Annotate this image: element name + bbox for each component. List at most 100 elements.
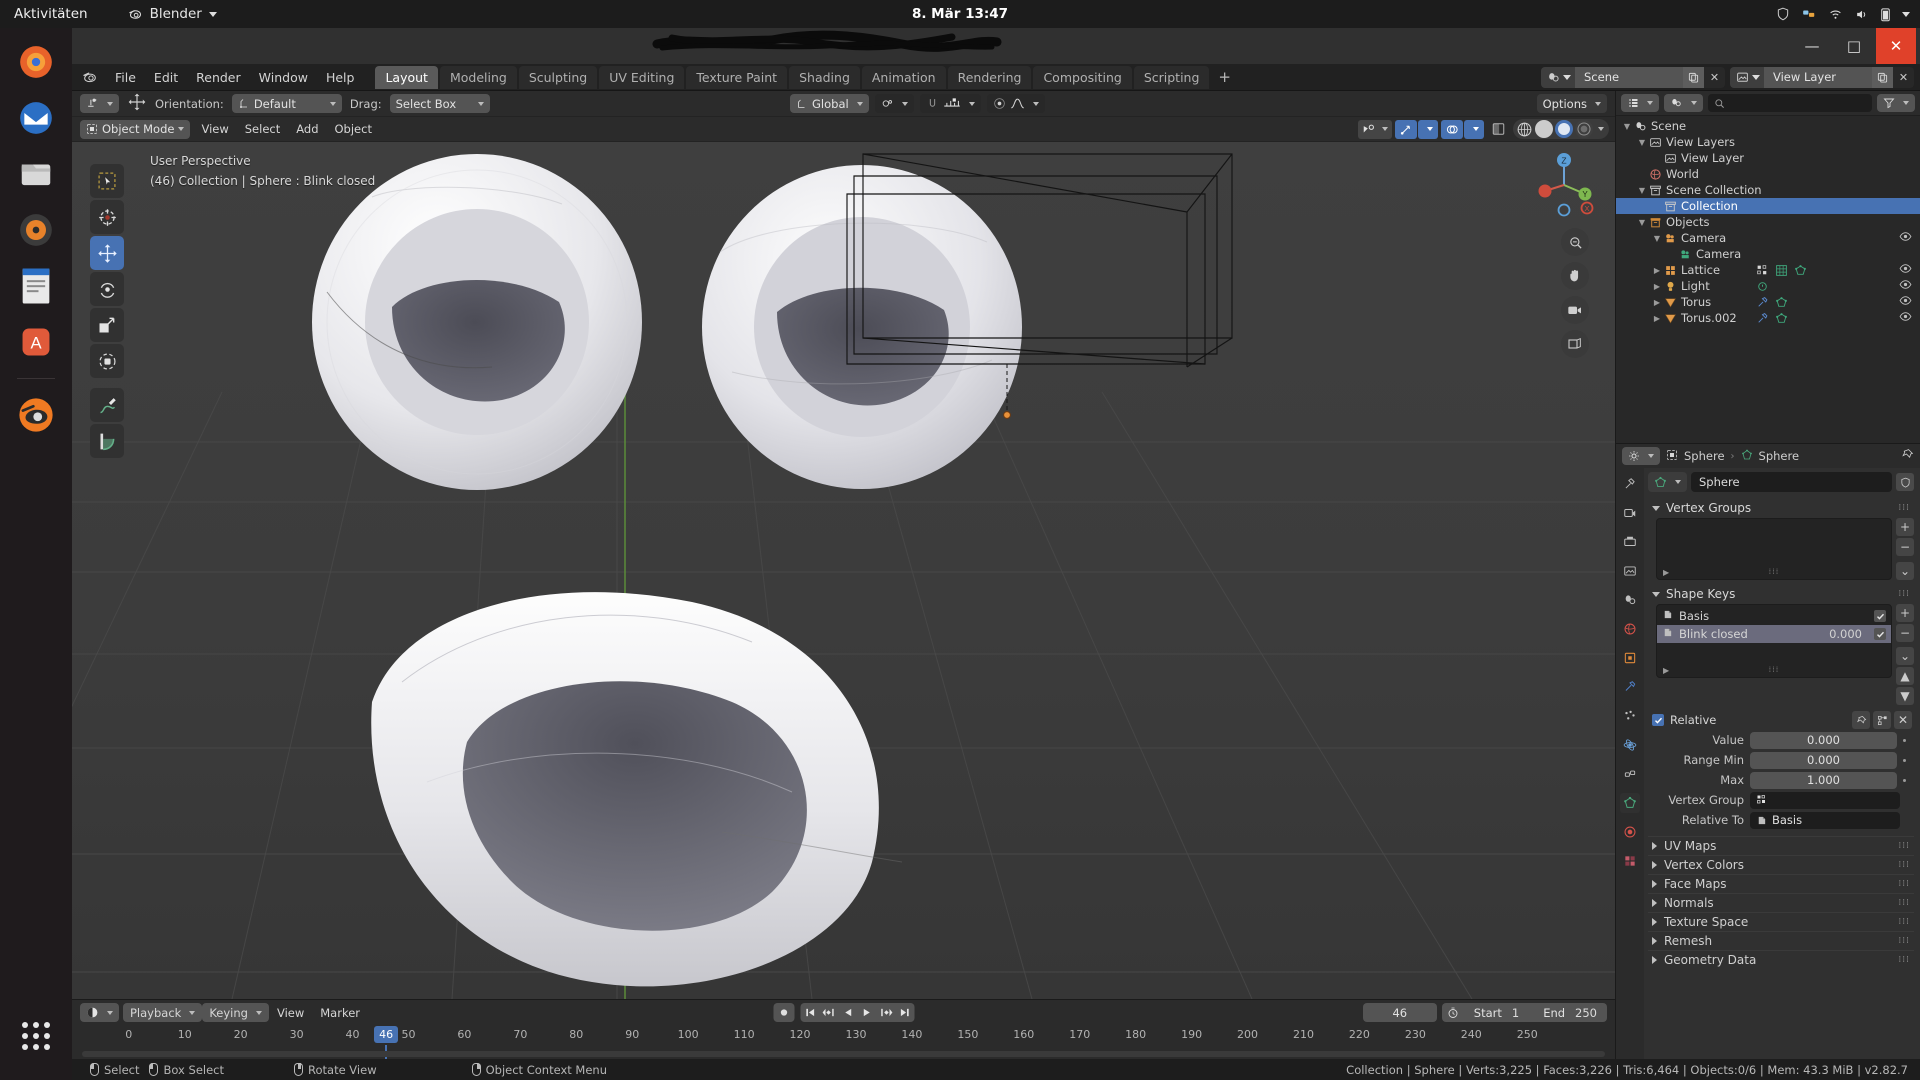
outliner-row-scene-collection[interactable]: ▼ Scene Collection [1616, 182, 1920, 198]
add-shape-key-button[interactable]: + [1896, 604, 1914, 622]
tab-constraints[interactable] [1620, 764, 1640, 784]
outliner-row-objects[interactable]: ▼ Objects [1616, 214, 1920, 230]
outliner-row-camera[interactable]: ▼ Camera [1616, 230, 1920, 246]
shape-key-mute-checkbox[interactable] [1874, 628, 1886, 640]
prev-keyframe-button[interactable] [819, 1003, 838, 1022]
triangle-right-icon[interactable]: ▶ [1652, 282, 1662, 291]
panel-face-maps[interactable]: Face Maps ⁞⁞⁞ [1648, 874, 1914, 893]
outliner-row-lattice[interactable]: ▶ Lattice [1616, 262, 1920, 278]
light-data-icon[interactable] [1756, 280, 1769, 293]
workspace-tab-animation[interactable]: Animation [861, 65, 946, 89]
outliner-row-torus[interactable]: ▶ Torus [1616, 294, 1920, 310]
vertex-group-specials-button[interactable]: ⌄ [1896, 562, 1914, 580]
workspace-tab-modeling[interactable]: Modeling [439, 65, 517, 89]
pin-id-button[interactable] [1901, 448, 1914, 464]
timeline-menu-marker[interactable]: Marker [312, 1003, 368, 1023]
move-view-button[interactable] [1561, 262, 1589, 290]
dock-rhythmbox[interactable] [12, 206, 60, 254]
rendered-shading-button[interactable] [1575, 120, 1593, 138]
maximize-button[interactable]: □ [1834, 28, 1874, 64]
view-layer-name-field[interactable]: View Layer [1764, 66, 1872, 88]
lattice-data-icon[interactable] [1775, 264, 1788, 277]
app-menu[interactable]: Blender [128, 6, 217, 22]
pivot-point-dropdown[interactable] [874, 94, 914, 113]
outliner-row-world[interactable]: World [1616, 166, 1920, 182]
outliner-row-collection[interactable]: Collection [1616, 198, 1920, 214]
breadcrumb-data-label[interactable]: Sphere [1759, 449, 1800, 463]
timeline-current-frame-indicator[interactable]: 46 [374, 1026, 399, 1043]
triangle-right-icon[interactable]: ▶ [1652, 298, 1662, 307]
outliner-row-light[interactable]: ▶ Light [1616, 278, 1920, 294]
panel-vertex-colors[interactable]: Vertex Colors ⁞⁞⁞ [1648, 855, 1914, 874]
relative-to-field[interactable]: Basis [1750, 811, 1900, 829]
timeline-ruler[interactable]: 0 10 20 30 40 50 60 70 80 90 100 110 120 130 140 150 160… [72, 1025, 1615, 1063]
next-keyframe-button[interactable] [876, 1003, 895, 1022]
expand-arrow-icon[interactable]: ▶ [1663, 568, 1669, 577]
property-value-field[interactable]: 1.000 [1750, 771, 1897, 789]
editor-type-dropdown[interactable] [80, 1003, 119, 1022]
triangle-down-icon[interactable]: ▼ [1637, 218, 1647, 227]
visibility-eye-icon[interactable] [1899, 231, 1912, 245]
tab-render[interactable] [1620, 503, 1640, 523]
breadcrumb-object-label[interactable]: Sphere [1684, 449, 1725, 463]
properties-editor-type-dropdown[interactable] [1622, 447, 1660, 465]
topbar-menu-file[interactable]: File [106, 67, 145, 88]
rotate-tool-button[interactable] [90, 272, 124, 306]
xray-toggle-button[interactable] [1487, 120, 1510, 139]
current-frame-field[interactable]: 46 [1362, 1003, 1437, 1022]
vertex-groups-panel-header[interactable]: Vertex Groups ⁞⁞⁞ [1648, 498, 1914, 518]
outliner-row-camera[interactable]: Camera [1616, 246, 1920, 262]
visibility-eye-icon[interactable] [1899, 279, 1912, 293]
new-view-layer-button[interactable] [1872, 66, 1893, 88]
triangle-down-icon[interactable]: ▼ [1637, 138, 1647, 147]
shape-key-row[interactable]: Basis [1657, 607, 1891, 625]
dock-files[interactable] [12, 150, 60, 198]
topbar-menu-help[interactable]: Help [317, 67, 364, 88]
drag-dropdown[interactable]: Select Box [389, 94, 490, 113]
show-applications-button[interactable] [12, 1012, 60, 1060]
triangle-down-icon[interactable]: ▼ [1652, 234, 1662, 243]
add-workspace-button[interactable]: + [1209, 68, 1240, 86]
mesh-data-icon[interactable] [1775, 296, 1788, 309]
mesh-data-icon[interactable] [1794, 264, 1807, 277]
dock-thunderbird[interactable] [12, 94, 60, 142]
workspace-tab-shading[interactable]: Shading [789, 65, 860, 89]
resize-grip-icon[interactable]: ⁞⁞⁞ [1769, 567, 1780, 576]
battery-icon[interactable] [1880, 7, 1891, 22]
tab-modifiers[interactable] [1620, 677, 1640, 697]
overlays-dropdown[interactable] [1464, 119, 1484, 139]
view-axis-gizmo[interactable]: Z Y X [1531, 152, 1597, 218]
outliner-filter-dropdown[interactable] [1877, 94, 1915, 112]
end-frame-value[interactable]: 250 [1575, 1006, 1607, 1020]
outliner-row-torus-002[interactable]: ▶ Torus.002 [1616, 310, 1920, 326]
show-gizmo-button[interactable] [1395, 119, 1417, 139]
show-overlays-button[interactable] [1441, 119, 1463, 139]
shape-key-value[interactable]: 0.000 [1829, 627, 1862, 641]
transform-tool-button[interactable] [90, 344, 124, 378]
measure-tool-button[interactable] [90, 424, 124, 458]
outliner-row-view-layer[interactable]: View Layer [1616, 150, 1920, 166]
scene-selector[interactable]: Scene ✕ [1541, 66, 1725, 88]
vertex-groups-list[interactable]: ▶ ⁞⁞⁞ [1656, 518, 1892, 580]
visibility-eye-icon[interactable] [1899, 263, 1912, 277]
mesh-name-field[interactable]: Sphere [1691, 472, 1892, 492]
activities-button[interactable]: Aktivitäten [14, 6, 88, 22]
shape-key-specials-button[interactable]: ⌄ [1896, 647, 1914, 665]
triangle-right-icon[interactable]: ▶ [1652, 314, 1662, 323]
tab-particles[interactable] [1620, 706, 1640, 726]
topbar-menu-render[interactable]: Render [187, 67, 250, 88]
vertexgroup-icon[interactable] [1756, 264, 1769, 277]
tab-object[interactable] [1620, 648, 1640, 668]
shield-icon[interactable] [1776, 7, 1790, 21]
dock-firefox[interactable] [12, 38, 60, 86]
outliner-row-view-layers[interactable]: ▼ View Layers [1616, 134, 1920, 150]
topbar-menu-edit[interactable]: Edit [145, 67, 187, 88]
object-visibility-dropdown[interactable] [1358, 119, 1392, 139]
tab-object-data[interactable] [1620, 793, 1640, 813]
wifi-icon[interactable] [1828, 8, 1843, 21]
workspace-tab-rendering[interactable]: Rendering [947, 65, 1032, 89]
add-vertex-group-button[interactable]: + [1896, 518, 1914, 536]
view-layer-selector[interactable]: View Layer ✕ [1730, 66, 1914, 88]
vertex-group-field[interactable] [1750, 791, 1900, 809]
remove-shape-key-button[interactable]: − [1896, 624, 1914, 642]
